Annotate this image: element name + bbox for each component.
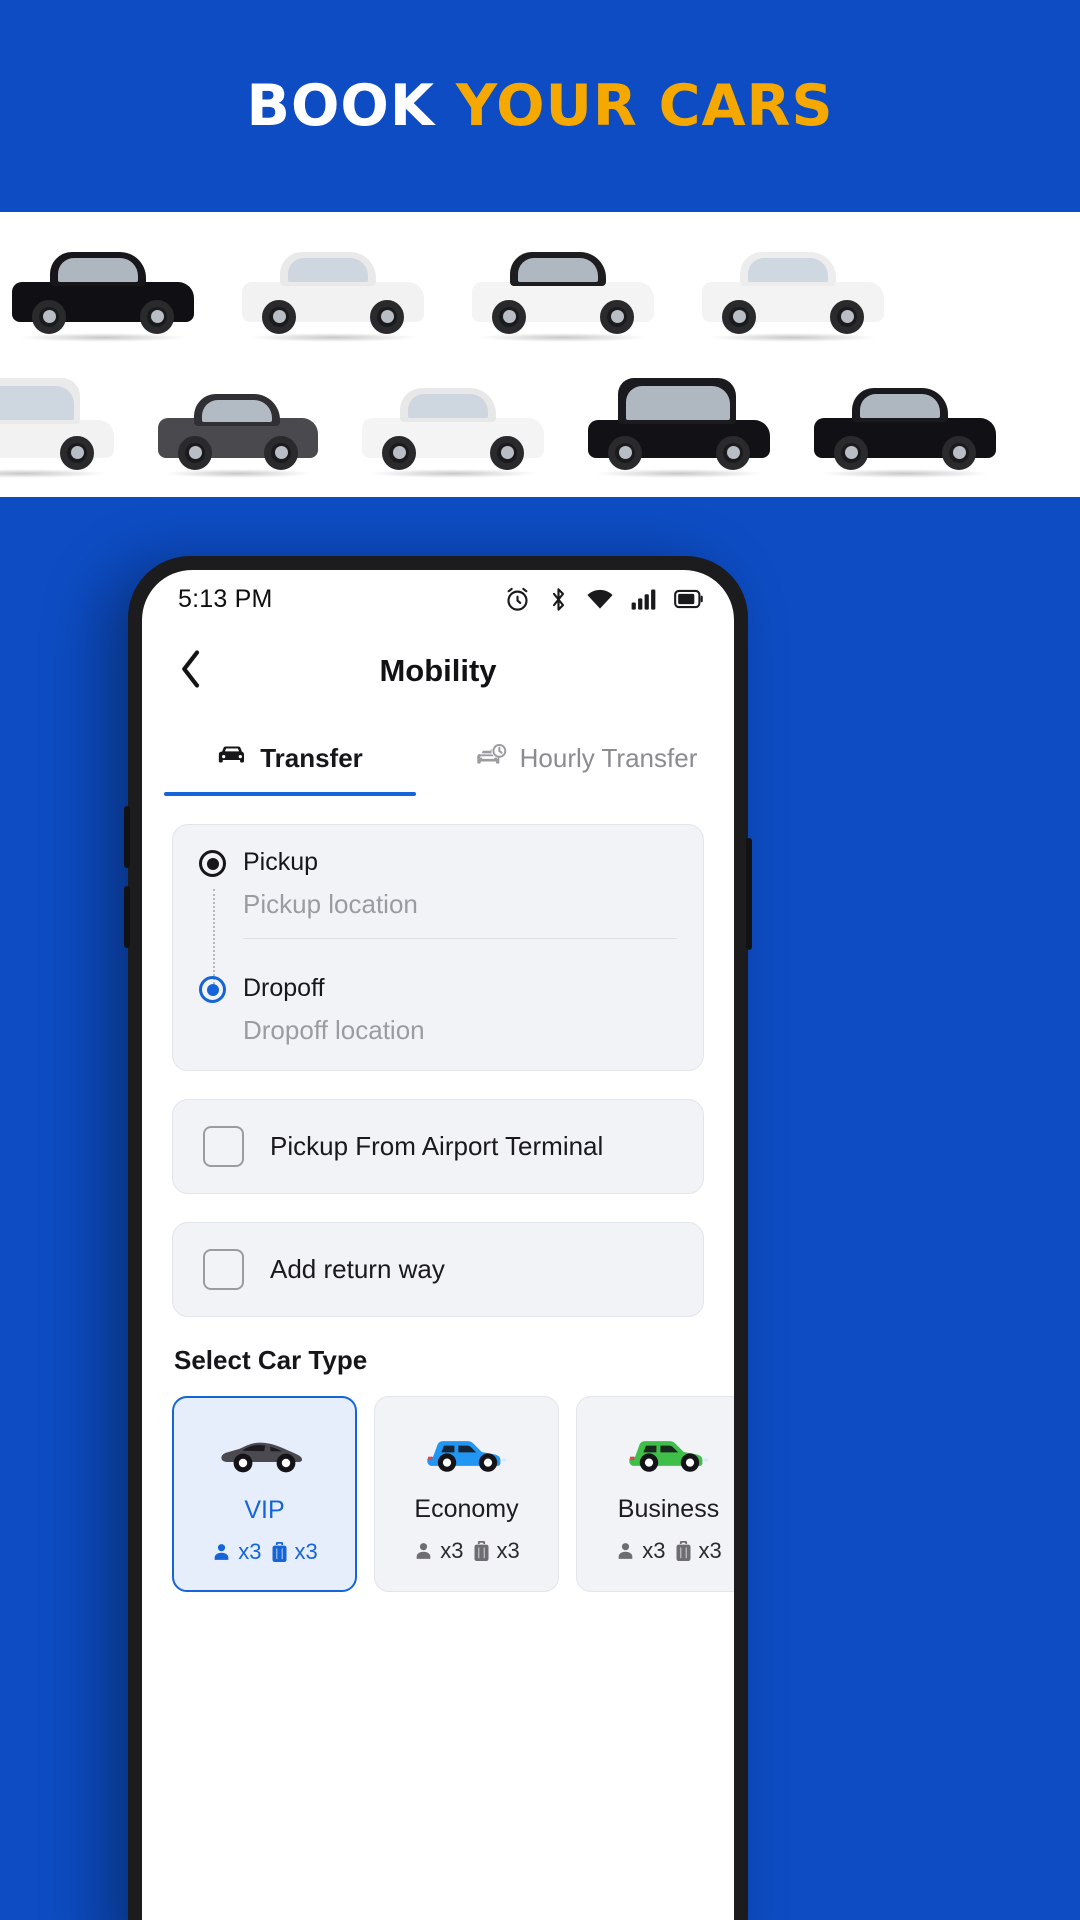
hero-banner: BOOK YOUR CARS [0,0,1080,212]
mercedes-s-class-white [698,239,888,344]
passenger-count: x3 [440,1538,464,1563]
car-photo-item [0,368,118,486]
passenger-icon [211,1542,232,1563]
car-type-capacity: x3 x3 [211,1539,318,1565]
status-time: 5:13 PM [178,584,273,613]
kia-picanto-grey [154,375,322,480]
car-photo-strip [0,212,1080,497]
rolls-royce-phantom-white [238,239,428,344]
volume-down-button[interactable] [124,886,130,948]
car-photo-row-2 [0,362,1080,492]
dropoff-radio[interactable] [199,976,226,1003]
car-type-vip[interactable]: VIP x3 x3 [172,1396,357,1592]
dropoff-row[interactable]: Dropoff [199,973,677,1003]
mercedes-v-class-black [584,375,774,480]
passenger-icon [413,1541,434,1562]
pickup-label: Pickup [243,848,319,876]
tab-active-indicator [164,792,416,796]
pickup-location-input[interactable]: Pickup location [199,889,677,920]
passenger-count: x3 [238,1539,262,1564]
mercedes-vito-white [0,375,118,480]
sedan-car-icon [419,1419,515,1487]
car-type-business[interactable]: Business x3 x3 [576,1396,734,1592]
car-photo-item [154,368,322,486]
car-photo-item [810,368,1000,486]
wifi-icon [586,587,614,611]
back-button[interactable] [166,646,216,696]
airport-terminal-label: Pickup From Airport Terminal [270,1131,604,1161]
dropoff-location-input[interactable]: Dropoff location [199,1015,677,1046]
battery-icon [674,588,704,610]
kia-sedan-black [8,239,198,344]
hero-title-yellow: YOUR CARS [455,73,834,139]
status-bar: 5:13 PM [142,570,734,628]
airport-terminal-checkbox[interactable] [203,1126,244,1167]
car-type-capacity: x3 x3 [615,1538,722,1564]
luggage-count: x3 [496,1538,520,1563]
volume-up-button[interactable] [124,806,130,868]
sports-car-icon [217,1420,313,1488]
airport-terminal-option[interactable]: Pickup From Airport Terminal [172,1099,704,1194]
chevron-left-icon [178,648,204,695]
tab-transfer-label: Transfer [260,742,363,773]
tab-hourly-transfer[interactable]: Hourly Transfer [438,714,734,802]
car-photo-item [238,232,428,350]
add-return-way-label: Add return way [270,1254,445,1284]
car-photo-item [358,368,548,486]
car-photo-item [698,232,888,350]
bluetooth-icon [548,586,569,613]
toyota-camry-white [358,375,548,480]
car-photo-item [8,232,198,350]
tab-transfer[interactable]: Transfer [142,714,438,802]
add-return-way-checkbox[interactable] [203,1249,244,1290]
power-button[interactable] [746,838,752,950]
select-car-type-title: Select Car Type [174,1345,368,1375]
dropoff-label: Dropoff [243,974,325,1002]
car-type-name: Economy [414,1495,519,1523]
hero-title-white: BOOK [246,73,436,139]
pickup-radio[interactable] [199,850,226,877]
phone-mockup: 5:13 PM Mobility Transfer Hourly Transfe… [124,556,752,1920]
sedan-car-icon [621,1419,717,1487]
phone-screen: 5:13 PM Mobility Transfer Hourly Transfe… [142,570,734,1920]
car-front-icon [217,744,247,773]
car-photo-item [468,232,658,350]
luggage-count: x3 [294,1539,318,1564]
route-dotted-connector [213,889,215,984]
tab-bar: Transfer Hourly Transfer [142,714,734,802]
add-return-way-option[interactable]: Add return way [172,1222,704,1317]
car-type-name: Business [617,1495,720,1523]
page-title: BOOK YOUR CARS [247,73,834,139]
car-type-economy[interactable]: Economy x3 x3 [374,1396,559,1592]
car-photo-item [584,368,774,486]
tab-hourly-transfer-label: Hourly Transfer [519,742,698,773]
luggage-icon [270,1541,289,1563]
passenger-count: x3 [642,1538,666,1563]
tesla-model-3-white [468,239,658,344]
car-type-list[interactable]: VIP x3 x3 Economy x3 x3 Business x3 x3 [172,1396,734,1592]
car-photo-row-1 [0,226,1080,356]
passenger-icon [615,1541,636,1562]
car-clock-icon [475,743,507,774]
pickup-row[interactable]: Pickup [199,847,677,877]
luggage-icon [674,1540,693,1562]
tesla-black [810,375,1000,480]
luggage-count: x3 [698,1538,722,1563]
location-card: Pickup Pickup location Dropoff Dropoff l… [172,824,704,1071]
alarm-icon [504,586,531,613]
car-type-name: VIP [244,1496,285,1524]
cellular-signal-icon [631,587,657,611]
screen-content: Pickup Pickup location Dropoff Dropoff l… [142,802,734,1592]
luggage-icon [472,1540,491,1562]
car-type-capacity: x3 x3 [413,1538,520,1564]
app-header: Mobility [142,628,734,714]
app-title: Mobility [379,653,497,688]
status-icon-group [504,586,704,613]
